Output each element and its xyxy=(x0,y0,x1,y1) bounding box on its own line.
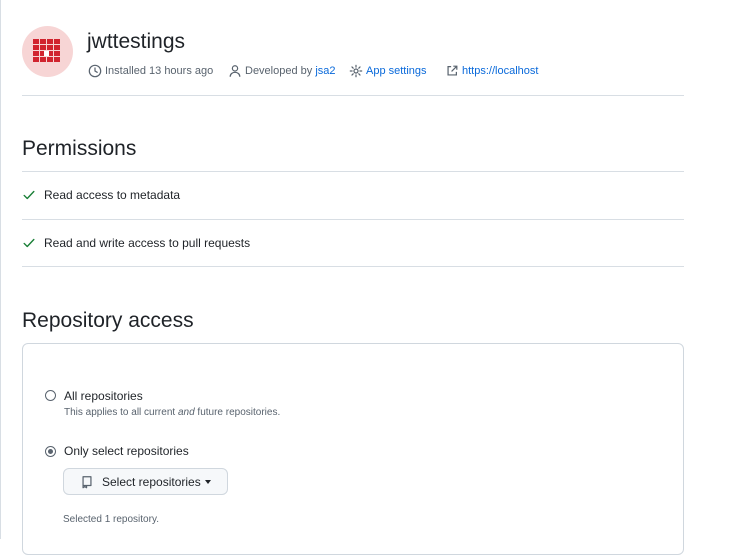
only-select-repositories-label[interactable]: Only select repositories xyxy=(64,444,189,458)
permissions-title: Permissions xyxy=(22,137,137,160)
installed-info: Installed 13 hours ago xyxy=(88,64,213,78)
homepage-link[interactable]: https://localhost xyxy=(445,64,538,78)
permission-level: write xyxy=(99,236,125,250)
app-logo-icon xyxy=(33,39,60,62)
repo-icon xyxy=(82,475,92,488)
app-settings-link[interactable]: App settings xyxy=(349,64,427,78)
app-header: jwttestings Installed 13 hours ago Devel… xyxy=(22,26,684,96)
developer-info: Developed by jsa2 xyxy=(228,64,336,78)
all-repositories-label[interactable]: All repositories xyxy=(64,389,143,403)
select-repositories-button[interactable]: Select repositories xyxy=(63,468,228,495)
selected-count-text: Selected 1 repository. xyxy=(63,514,159,525)
select-repositories-label: Select repositories xyxy=(102,474,201,489)
divider xyxy=(22,266,684,267)
homepage-text: https://localhost xyxy=(462,65,539,77)
app-settings-text: App settings xyxy=(366,65,427,77)
external-link-icon xyxy=(447,65,458,76)
all-repositories-note: This applies to all current and future r… xyxy=(64,407,280,418)
permission-conjunction: and xyxy=(72,236,100,250)
person-icon xyxy=(229,65,241,77)
repository-access-box: All repositories This applies to all cur… xyxy=(22,343,684,555)
app-name: jwttestings xyxy=(87,30,186,53)
check-icon xyxy=(23,190,35,200)
permission-level: Read xyxy=(44,236,73,250)
only-select-repositories-radio[interactable] xyxy=(45,446,56,457)
installed-text: Installed 13 hours ago xyxy=(105,65,214,77)
developer-link[interactable]: jsa2 xyxy=(315,65,335,77)
gear-icon xyxy=(349,64,363,78)
caret-down-icon xyxy=(204,479,211,484)
left-border xyxy=(0,0,1,539)
permission-text: access to pull requests xyxy=(124,236,251,250)
clock-icon xyxy=(88,64,102,78)
all-repositories-radio[interactable] xyxy=(45,390,56,401)
permission-item: Read and write access to pull requests xyxy=(22,219,684,267)
permission-item: Read access to metadata xyxy=(22,171,684,219)
note-text: future repositories. xyxy=(194,407,281,418)
check-icon xyxy=(23,238,35,248)
permission-text: access to metadata xyxy=(72,188,181,202)
note-emphasis: and xyxy=(177,407,195,418)
note-text: This applies to all current xyxy=(64,407,178,418)
permission-level: Read xyxy=(44,188,73,202)
repository-access-title: Repository access xyxy=(22,309,194,332)
app-avatar xyxy=(22,26,73,77)
developed-by-text: Developed by xyxy=(245,65,313,77)
